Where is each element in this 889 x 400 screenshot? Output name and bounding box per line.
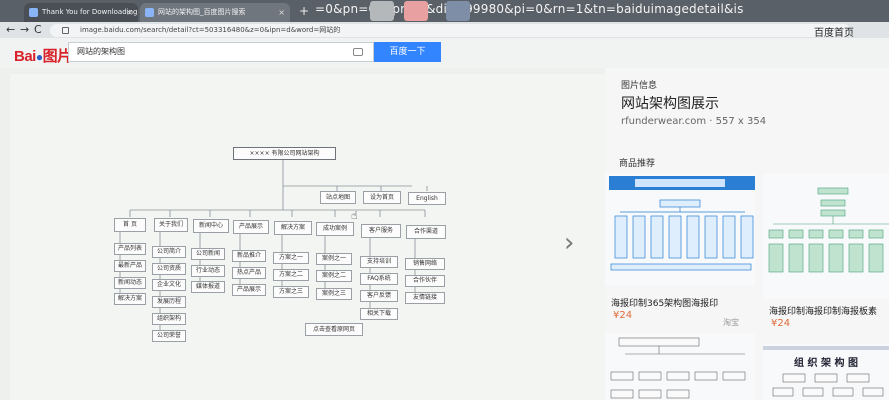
diagram-leaf-node: 行业动态 (191, 265, 225, 277)
diagram-section-node: 关于我们 (154, 218, 188, 232)
diagram-root-node: ×××× 有限公司网站架构 (233, 147, 336, 160)
product-card-image[interactable]: 组 织 架 构 图 (763, 344, 889, 400)
org-chart-thumbnail (610, 337, 746, 399)
diagram-leaf-node: 企业文化 (152, 279, 186, 291)
diagram-leaf-node: 方案之二 (273, 269, 309, 281)
diagram-section-node: 新闻中心 (193, 219, 229, 233)
diagram-section-node: 首 页 (114, 218, 146, 232)
diagram-leaf-node: 最新产品 (114, 260, 146, 272)
diagram-section-node: 客户服务 (361, 224, 401, 238)
diagram-leaf-node: 公司资质 (152, 263, 186, 275)
diagram-section-node: 成功案例 (316, 222, 354, 236)
diagram-leaf-node: 产品列表 (114, 243, 146, 255)
diagram-leaf-node: 公司简介 (152, 246, 186, 258)
diagram-section-node: 合作渠道 (406, 225, 446, 239)
product-card-price: ¥24 (613, 310, 633, 321)
diagram-leaf-node: 方案之三 (273, 286, 309, 298)
diagram-leaf-node: 方案之一 (273, 252, 309, 264)
diagram-leaf-node: 发展历程 (152, 296, 186, 308)
diagram-node-sitemap: 站点地图 (320, 191, 356, 204)
diagram-section-node: 解决方案 (274, 221, 312, 235)
diagram-section-node: 产品展示 (233, 220, 269, 234)
product-card-image[interactable] (605, 174, 755, 286)
diagram-leaf-node: 案例之一 (316, 253, 352, 265)
diagram-leaf-node: 组织架构 (152, 313, 186, 325)
diagram-leaf-node: 销售网络 (405, 258, 445, 270)
image-info-panel: 图片信息 网站架构图展示 rfunderwear.com · 557 x 354… (605, 68, 889, 400)
diagram-leaf-node: 支持培训 (360, 256, 398, 268)
org-chart-thumbnail (768, 187, 889, 273)
diagram-node-english: English (408, 192, 446, 205)
image-info-heading: 图片信息 (621, 81, 658, 91)
diagram-leaf-node: 公司新闻 (191, 248, 225, 260)
diagram-leaf-node: 案例之二 (316, 270, 352, 282)
product-card-source: 淘宝 (723, 318, 739, 327)
diagram-leaf-node: 案例之三 (316, 288, 352, 300)
product-card-price: ¥24 (771, 318, 791, 329)
image-source-meta[interactable]: rfunderwear.com · 557 x 354 (621, 116, 766, 127)
diagram-leaf-node: 新闻动态 (114, 277, 146, 289)
product-card-image[interactable] (605, 334, 755, 400)
diagram-leaf-node: 热点产品 (232, 267, 266, 279)
diagram-leaf-node: 相关下载 (360, 308, 398, 320)
product-card-title[interactable]: 海报印制365架构图海报印 (611, 296, 718, 309)
org-chart-thumbnail (609, 176, 755, 271)
diagram-leaf-node: 客户反馈 (360, 290, 398, 302)
recommend-heading: 商品推荐 (619, 159, 656, 169)
org-chart-thumbnail (763, 346, 889, 397)
next-image-arrow[interactable]: › (564, 228, 574, 258)
diagram-node-homepage: 设为首页 (363, 191, 401, 204)
diagram-leaf-node: 解决方案 (114, 293, 146, 305)
product-card-image[interactable] (763, 174, 889, 299)
diagram-lines (119, 160, 428, 336)
diagram-leaf-node: 新品推介 (232, 250, 266, 262)
image-name[interactable]: 网站架构图展示 (621, 93, 719, 113)
diagram-leaf-node: 产品展示 (232, 284, 266, 296)
architecture-diagram[interactable]: ×××× 有限公司网站架构 站点地图 设为首页 English 首 页 关于我们… (0, 0, 600, 400)
diagram-footer-node: 点击查看原网页 (305, 323, 363, 336)
diagram-leaf-node: 友情链接 (405, 292, 445, 304)
diagram-leaf-node: 公司荣誉 (152, 330, 186, 342)
diagram-leaf-node: FAQ系统 (360, 273, 398, 285)
diagram-leaf-node: 合作伙伴 (405, 275, 445, 287)
product-card-title[interactable]: 海报印制海报印制海报板素 (769, 304, 877, 317)
hand-cursor-icon: ☝ (351, 209, 358, 222)
diagram-leaf-node: 媒体报道 (191, 281, 225, 293)
home-link[interactable]: 百度首页 (814, 24, 854, 39)
